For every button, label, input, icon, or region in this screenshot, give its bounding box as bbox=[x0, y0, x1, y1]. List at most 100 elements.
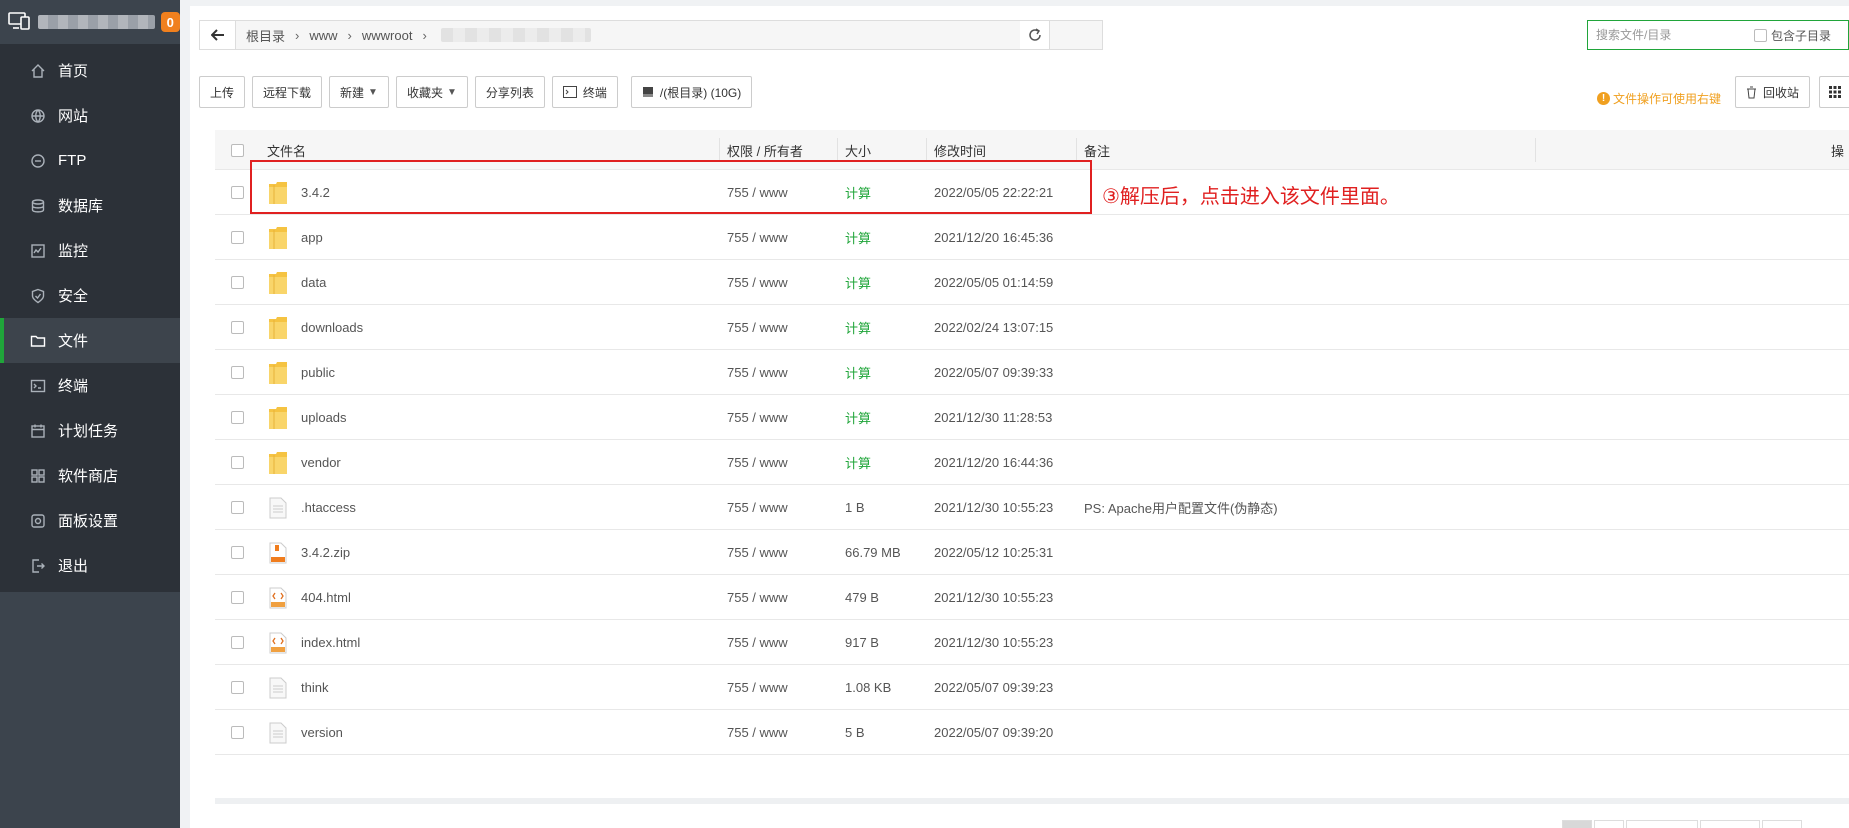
file-perm[interactable]: 755 / www bbox=[727, 665, 788, 710]
row-checkbox[interactable] bbox=[231, 530, 244, 575]
file-name[interactable]: downloads bbox=[301, 320, 363, 335]
share-list-button[interactable]: 分享列表 bbox=[474, 76, 545, 108]
col-perm-header[interactable]: 权限 / 所有者 bbox=[727, 130, 803, 170]
sidebar-item-11[interactable]: 退出 bbox=[0, 543, 180, 588]
file-name-cell[interactable]: data bbox=[267, 260, 326, 305]
file-name-cell[interactable]: 3.4.2 bbox=[267, 170, 330, 215]
file-size[interactable]: 计算 bbox=[845, 260, 871, 305]
table-row[interactable]: .htaccess 755 / www 1 B 2021/12/30 10:55:23… bbox=[215, 485, 1849, 530]
file-name-cell[interactable]: app bbox=[267, 215, 323, 260]
page-button[interactable] bbox=[1626, 820, 1698, 828]
upload-button[interactable]: 上传 bbox=[199, 76, 246, 108]
breadcrumb-item[interactable]: www bbox=[309, 28, 337, 43]
file-name-cell[interactable]: 404.html bbox=[267, 575, 351, 620]
path-bar[interactable]: 根目录 › www › wwwroot › bbox=[199, 20, 1103, 50]
search-input[interactable] bbox=[1588, 22, 1748, 48]
file-name-cell[interactable]: index.html bbox=[267, 620, 360, 665]
sidebar-item-5[interactable]: 安全 bbox=[0, 273, 180, 318]
table-row[interactable]: think 755 / www 1.08 KB 2022/05/07 09:39:23 bbox=[215, 665, 1849, 710]
file-name[interactable]: data bbox=[301, 275, 326, 290]
sidebar-item-4[interactable]: 监控 bbox=[0, 228, 180, 273]
sidebar-item-3[interactable]: 数据库 bbox=[0, 183, 180, 228]
sidebar-item-2[interactable]: FTP bbox=[0, 138, 180, 183]
file-perm[interactable]: 755 / www bbox=[727, 485, 788, 530]
file-name[interactable]: 3.4.2 bbox=[301, 185, 330, 200]
remote-download-button[interactable]: 远程下载 bbox=[252, 76, 323, 108]
row-checkbox[interactable] bbox=[231, 665, 244, 710]
row-checkbox[interactable] bbox=[231, 485, 244, 530]
row-checkbox[interactable] bbox=[231, 305, 244, 350]
file-name[interactable]: 404.html bbox=[301, 590, 351, 605]
breadcrumb-item[interactable]: wwwroot bbox=[362, 28, 413, 43]
file-perm[interactable]: 755 / www bbox=[727, 260, 788, 305]
file-name[interactable]: 3.4.2.zip bbox=[301, 545, 350, 560]
table-row[interactable]: data 755 / www 计算 2022/05/05 01:14:59 bbox=[215, 260, 1849, 305]
new-button[interactable]: 新建 ▼ bbox=[329, 76, 389, 108]
recycle-bin-button[interactable]: 回收站 bbox=[1735, 76, 1811, 108]
table-row[interactable]: uploads 755 / www 计算 2021/12/30 11:28:53 bbox=[215, 395, 1849, 440]
sidebar-item-10[interactable]: 面板设置 bbox=[0, 498, 180, 543]
row-checkbox[interactable] bbox=[231, 620, 244, 665]
grid-view-button[interactable] bbox=[1819, 76, 1849, 108]
file-perm[interactable]: 755 / www bbox=[727, 575, 788, 620]
breadcrumb-item[interactable]: 根目录 bbox=[246, 26, 285, 45]
file-note[interactable]: PS: Apache用户配置文件(伪静态) bbox=[1084, 485, 1278, 530]
file-name-cell[interactable]: .htaccess bbox=[267, 485, 356, 530]
row-checkbox[interactable] bbox=[231, 170, 244, 215]
row-checkbox[interactable] bbox=[231, 710, 244, 755]
sidebar-item-8[interactable]: 计划任务 bbox=[0, 408, 180, 453]
file-name[interactable]: public bbox=[301, 365, 335, 380]
file-perm[interactable]: 755 / www bbox=[727, 620, 788, 665]
page-button[interactable] bbox=[1594, 820, 1624, 828]
file-size[interactable]: 计算 bbox=[845, 395, 871, 440]
table-row[interactable]: version 755 / www 5 B 2022/05/07 09:39:20 bbox=[215, 710, 1849, 755]
table-row[interactable]: index.html 755 / www 917 B 2021/12/30 10:55… bbox=[215, 620, 1849, 665]
file-perm[interactable]: 755 / www bbox=[727, 350, 788, 395]
disk-button[interactable]: /(根目录) (10G) bbox=[630, 76, 753, 108]
table-row[interactable]: 404.html 755 / www 479 B 2021/12/30 10:55:2… bbox=[215, 575, 1849, 620]
row-checkbox[interactable] bbox=[231, 440, 244, 485]
file-name[interactable]: version bbox=[301, 725, 343, 740]
file-name-cell[interactable]: downloads bbox=[267, 305, 363, 350]
table-row[interactable]: vendor 755 / www 计算 2021/12/20 16:44:36 bbox=[215, 440, 1849, 485]
file-size[interactable]: 计算 bbox=[845, 350, 871, 395]
sidebar-item-1[interactable]: 网站 bbox=[0, 93, 180, 138]
row-checkbox[interactable] bbox=[231, 395, 244, 440]
file-size[interactable]: 计算 bbox=[845, 170, 871, 215]
notification-badge[interactable]: 0 bbox=[160, 12, 180, 32]
row-checkbox[interactable] bbox=[231, 260, 244, 305]
row-checkbox[interactable] bbox=[231, 575, 244, 620]
checkbox[interactable] bbox=[1754, 28, 1767, 42]
file-size[interactable]: 计算 bbox=[845, 305, 871, 350]
file-name-cell[interactable]: uploads bbox=[267, 395, 347, 440]
sidebar-item-6[interactable]: 文件 bbox=[0, 318, 180, 363]
table-row[interactable]: 3.4.2.zip 755 / www 66.79 MB 2022/05/12 10:… bbox=[215, 530, 1849, 575]
file-perm[interactable]: 755 / www bbox=[727, 395, 788, 440]
file-perm[interactable]: 755 / www bbox=[727, 305, 788, 350]
file-size[interactable]: 计算 bbox=[845, 440, 871, 485]
terminal-button[interactable]: 终端 bbox=[551, 76, 618, 108]
favorites-button[interactable]: 收藏夹 ▼ bbox=[395, 76, 468, 108]
include-subdir-checkbox[interactable]: 包含子目录 bbox=[1754, 27, 1831, 44]
file-name-cell[interactable]: 3.4.2.zip bbox=[267, 530, 350, 575]
file-name[interactable]: app bbox=[301, 230, 323, 245]
file-perm[interactable]: 755 / www bbox=[727, 215, 788, 260]
file-perm[interactable]: 755 / www bbox=[727, 530, 788, 575]
file-name-cell[interactable]: public bbox=[267, 350, 335, 395]
select-all-checkbox[interactable] bbox=[231, 130, 244, 170]
col-mtime-header[interactable]: 修改时间 bbox=[934, 130, 986, 170]
sidebar-item-0[interactable]: 首页 bbox=[0, 48, 180, 93]
file-name[interactable]: vendor bbox=[301, 455, 341, 470]
file-size[interactable]: 计算 bbox=[845, 215, 871, 260]
sidebar-item-9[interactable]: 软件商店 bbox=[0, 453, 180, 498]
sidebar-item-7[interactable]: 终端 bbox=[0, 363, 180, 408]
page-button[interactable] bbox=[1762, 820, 1802, 828]
file-perm[interactable]: 755 / www bbox=[727, 710, 788, 755]
col-size-header[interactable]: 大小 bbox=[845, 130, 871, 170]
table-row[interactable]: 3.4.2 755 / www 计算 2022/05/05 22:22:21 bbox=[215, 170, 1849, 215]
col-name-header[interactable]: 文件名 bbox=[267, 130, 306, 170]
back-button[interactable] bbox=[200, 21, 236, 49]
table-row[interactable]: public 755 / www 计算 2022/05/07 09:39:33 bbox=[215, 350, 1849, 395]
row-checkbox[interactable] bbox=[231, 215, 244, 260]
refresh-button[interactable] bbox=[1020, 20, 1050, 50]
